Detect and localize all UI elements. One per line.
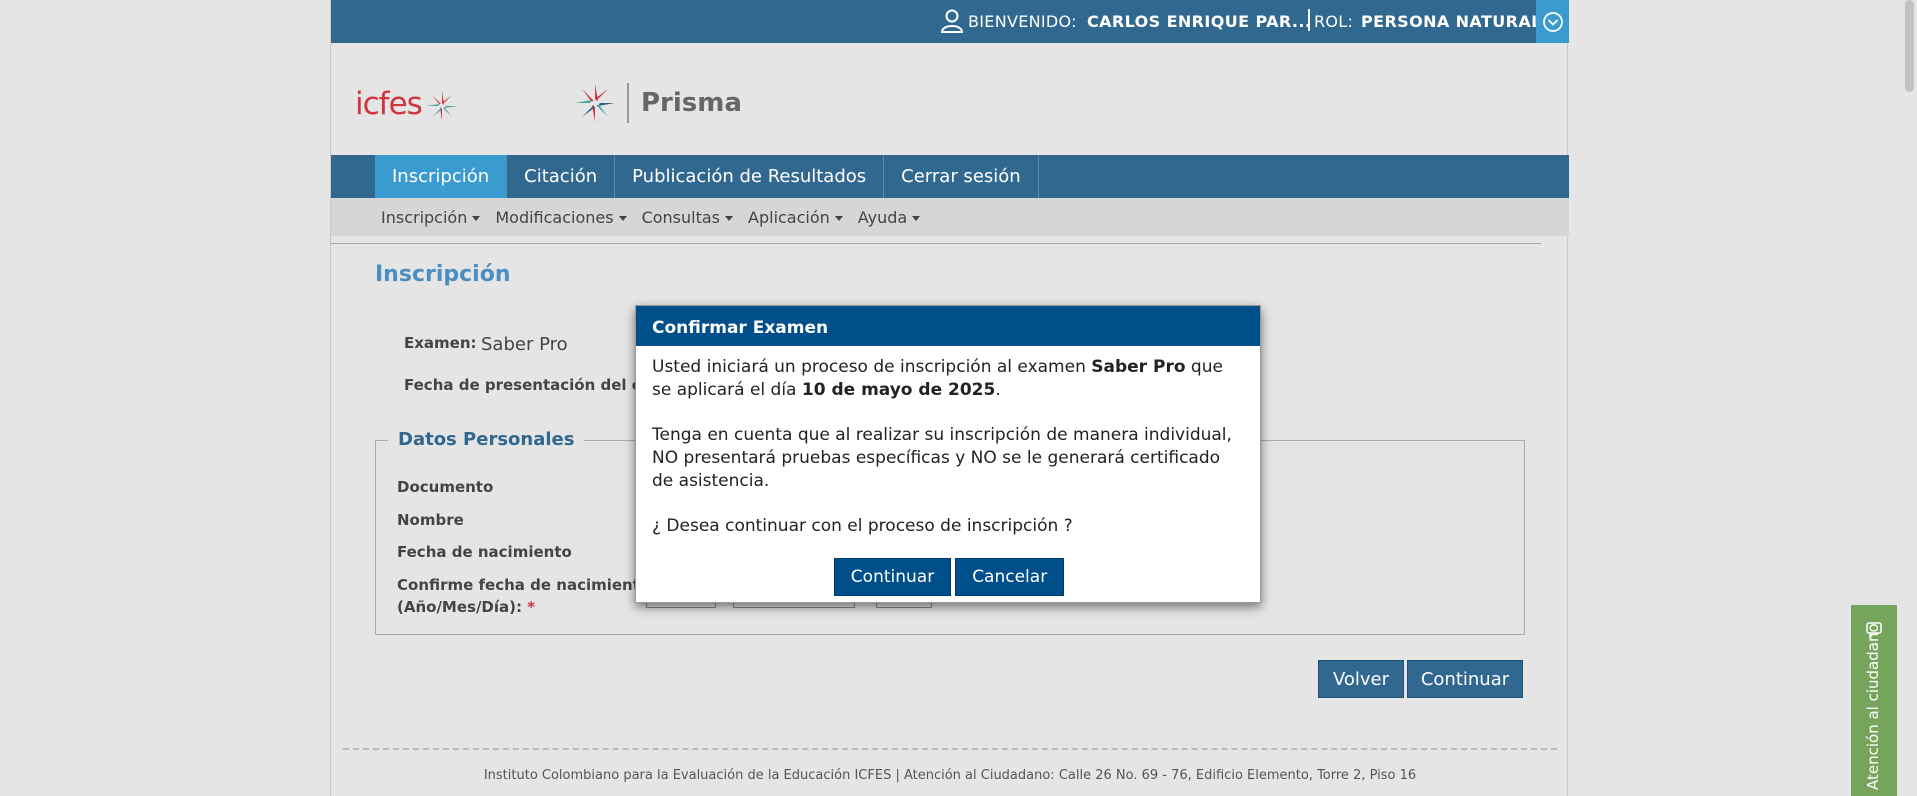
sub-nav: Inscripción Modificaciones Consultas Apl… bbox=[331, 198, 1569, 236]
modal-exam-name: Saber Pro bbox=[1091, 357, 1186, 377]
page-title: Inscripción bbox=[375, 262, 511, 287]
subnav-inscripcion[interactable]: Inscripción bbox=[381, 207, 481, 227]
personal-data-legend: Datos Personales bbox=[388, 429, 585, 450]
atencion-ciudadano-label: Atención al ciudadano bbox=[1864, 623, 1882, 790]
modal-cancelar-button[interactable]: Cancelar bbox=[955, 558, 1065, 596]
caret-down-icon bbox=[472, 215, 481, 221]
atencion-ciudadano-tab[interactable]: Atención al ciudadano bbox=[1851, 605, 1897, 796]
modal-body: Usted iniciará un proceso de inscripción… bbox=[636, 346, 1260, 538]
modal-paragraph-3: ¿ Desea continuar con el proceso de insc… bbox=[652, 516, 1073, 536]
divider bbox=[331, 243, 1541, 244]
scrollbar[interactable] bbox=[1902, 0, 1917, 796]
footer-address: Instituto Colombiano para la Evaluación … bbox=[483, 768, 1417, 783]
subnav-consultas-label: Consultas bbox=[641, 207, 721, 227]
subnav-aplicacion[interactable]: Aplicación bbox=[748, 208, 843, 227]
rol-label: ROL: bbox=[1314, 12, 1354, 31]
prisma-logo-divider bbox=[627, 83, 629, 123]
caret-down-icon bbox=[618, 215, 627, 221]
icfes-logo-text: icfes bbox=[355, 86, 423, 122]
documento-label: Documento bbox=[397, 478, 494, 496]
modal-actions: Continuar Cancelar bbox=[636, 558, 1262, 596]
confirm-birthdate-label: Confirme fecha de nacimiento bbox=[397, 576, 651, 594]
tab-inscripcion[interactable]: Inscripción bbox=[375, 155, 508, 198]
modal-p1-suffix: . bbox=[995, 380, 1001, 400]
confirm-exam-modal: Confirmar Examen Usted iniciará un proce… bbox=[635, 305, 1261, 603]
modal-paragraph-1: Usted iniciará un proceso de inscripción… bbox=[652, 356, 1244, 402]
modal-continuar-button[interactable]: Continuar bbox=[833, 558, 952, 596]
confirm-birthdate-format-text: (Año/Mes/Día): bbox=[397, 598, 523, 616]
prisma-star-icon bbox=[575, 84, 615, 122]
user-icon bbox=[941, 9, 963, 33]
caret-down-icon bbox=[912, 215, 921, 221]
userbar-divider bbox=[1308, 9, 1310, 31]
birthdate-label: Fecha de nacimiento bbox=[397, 543, 572, 561]
icfes-logo: icfes bbox=[355, 86, 460, 123]
username: CARLOS ENRIQUE PAR... bbox=[1087, 12, 1312, 31]
caret-down-icon bbox=[725, 215, 734, 221]
prisma-logo: Prisma bbox=[573, 82, 742, 124]
rol-value: PERSONA NATURAL bbox=[1361, 12, 1542, 31]
footer-divider bbox=[343, 748, 1557, 750]
scrollbar-thumb[interactable] bbox=[1905, 0, 1914, 92]
subnav-ayuda-label: Ayuda bbox=[857, 207, 908, 227]
modal-paragraph-2: Tenga en cuenta que al realizar su inscr… bbox=[652, 425, 1232, 491]
subnav-modificaciones[interactable]: Modificaciones bbox=[495, 207, 627, 227]
confirm-birthdate-format: (Año/Mes/Día): * bbox=[397, 598, 535, 616]
tab-citacion[interactable]: Citación bbox=[507, 155, 616, 198]
subnav-inscripcion-label: Inscripción bbox=[381, 207, 468, 227]
tab-cerrar-sesion[interactable]: Cerrar sesión bbox=[884, 155, 1039, 198]
user-menu-button[interactable] bbox=[1536, 0, 1569, 43]
icfes-star-icon bbox=[425, 90, 458, 121]
continuar-button[interactable]: Continuar bbox=[1407, 660, 1523, 698]
subnav-aplicacion-label: Aplicación bbox=[748, 207, 830, 227]
caret-down-icon bbox=[834, 215, 843, 221]
exam-value: Saber Pro bbox=[481, 334, 568, 355]
subnav-consultas[interactable]: Consultas bbox=[641, 207, 734, 227]
subnav-modificaciones-label: Modificaciones bbox=[495, 207, 614, 227]
volver-button[interactable]: Volver bbox=[1318, 660, 1404, 698]
modal-p1-prefix: Usted iniciará un proceso de inscripción… bbox=[652, 357, 1092, 377]
prisma-logo-text: Prisma bbox=[641, 88, 742, 118]
tab-publicacion-resultados[interactable]: Publicación de Resultados bbox=[615, 155, 885, 198]
main-nav: Inscripción Citación Publicación de Resu… bbox=[331, 155, 1569, 198]
user-bar: BIENVENIDO: CARLOS ENRIQUE PAR... ROL: P… bbox=[331, 0, 1569, 43]
exam-label: Examen: bbox=[404, 334, 477, 352]
modal-exam-date: 10 de mayo de 2025 bbox=[801, 380, 996, 400]
exam-date-label: Fecha de presentación del examen bbox=[404, 376, 636, 394]
required-mark: * bbox=[527, 598, 536, 616]
modal-title: Confirmar Examen bbox=[636, 306, 1260, 346]
nombre-label: Nombre bbox=[397, 511, 464, 529]
chevron-down-circle-icon bbox=[1542, 11, 1563, 32]
welcome-label: BIENVENIDO: bbox=[968, 12, 1077, 31]
subnav-ayuda[interactable]: Ayuda bbox=[857, 207, 921, 227]
